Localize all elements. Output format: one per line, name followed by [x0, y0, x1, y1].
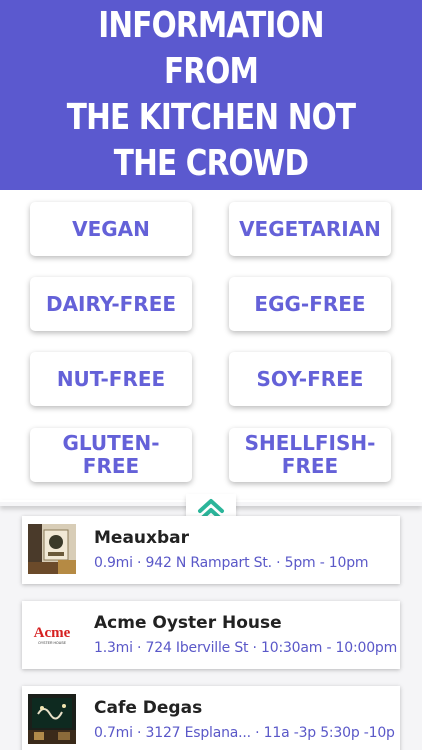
restaurant-details: 1.3mi · 724 Iberville St · 10:30am - 10:… [94, 640, 398, 656]
restaurant-thumbnail [28, 694, 76, 744]
hero-banner: INFORMATION FROM THE KITCHEN NOT THE CRO… [0, 0, 422, 190]
logo-text: Acme [34, 625, 71, 641]
filter-label: EGG-FREE [254, 291, 366, 316]
restaurant-details: 0.7mi · 3127 Esplana... · 11a -3p 5:30p … [94, 725, 395, 741]
filter-egg-free[interactable]: EGG-FREE [229, 277, 391, 331]
filter-label-line1: GLUTEN- [62, 431, 160, 455]
diet-filter-grid: VEGAN VEGETARIAN DAIRY-FREE EGG-FREE NUT… [0, 190, 422, 502]
filter-dairy-free[interactable]: DAIRY-FREE [30, 277, 192, 331]
filter-label: NUT-FREE [56, 366, 166, 391]
restaurant-logo: Acme OYSTER HOUSE [28, 609, 76, 659]
filter-label-line2: FREE [281, 454, 339, 478]
filter-label: DAIRY-FREE [45, 291, 177, 316]
restaurant-card[interactable]: Meauxbar 0.9mi · 942 N Rampart St. · 5pm… [22, 516, 400, 584]
logo-subtext: OYSTER HOUSE [38, 641, 66, 645]
hero-title: INFORMATION FROM THE KITCHEN NOT THE CRO… [66, 5, 356, 184]
filter-vegetarian[interactable]: VEGETARIAN [229, 202, 391, 256]
restaurant-card[interactable]: Cafe Degas 0.7mi · 3127 Esplana... · 11a… [22, 686, 400, 750]
filter-soy-free[interactable]: SOY-FREE [229, 352, 391, 406]
filter-label: VEGETARIAN [239, 216, 381, 241]
restaurant-card[interactable]: Acme OYSTER HOUSE Acme Oyster House 1.3m… [22, 601, 400, 669]
filter-shellfish-free[interactable]: SHELLFISH- FREE [229, 428, 391, 482]
filter-label: VEGAN [72, 216, 150, 241]
filter-vegan[interactable]: VEGAN [30, 202, 192, 256]
restaurant-name: Acme Oyster House [94, 613, 282, 633]
restaurant-details: 0.9mi · 942 N Rampart St. · 5pm - 10pm [94, 555, 369, 571]
filter-label-line2: FREE [82, 454, 140, 478]
restaurant-name: Meauxbar [94, 528, 190, 548]
restaurant-thumbnail [28, 524, 76, 574]
filter-gluten-free[interactable]: GLUTEN- FREE [30, 428, 192, 482]
filter-label-line1: SHELLFISH- [244, 431, 376, 455]
restaurant-name: Cafe Degas [94, 698, 203, 718]
filter-label: SOY-FREE [256, 366, 364, 391]
filter-nut-free[interactable]: NUT-FREE [30, 352, 192, 406]
